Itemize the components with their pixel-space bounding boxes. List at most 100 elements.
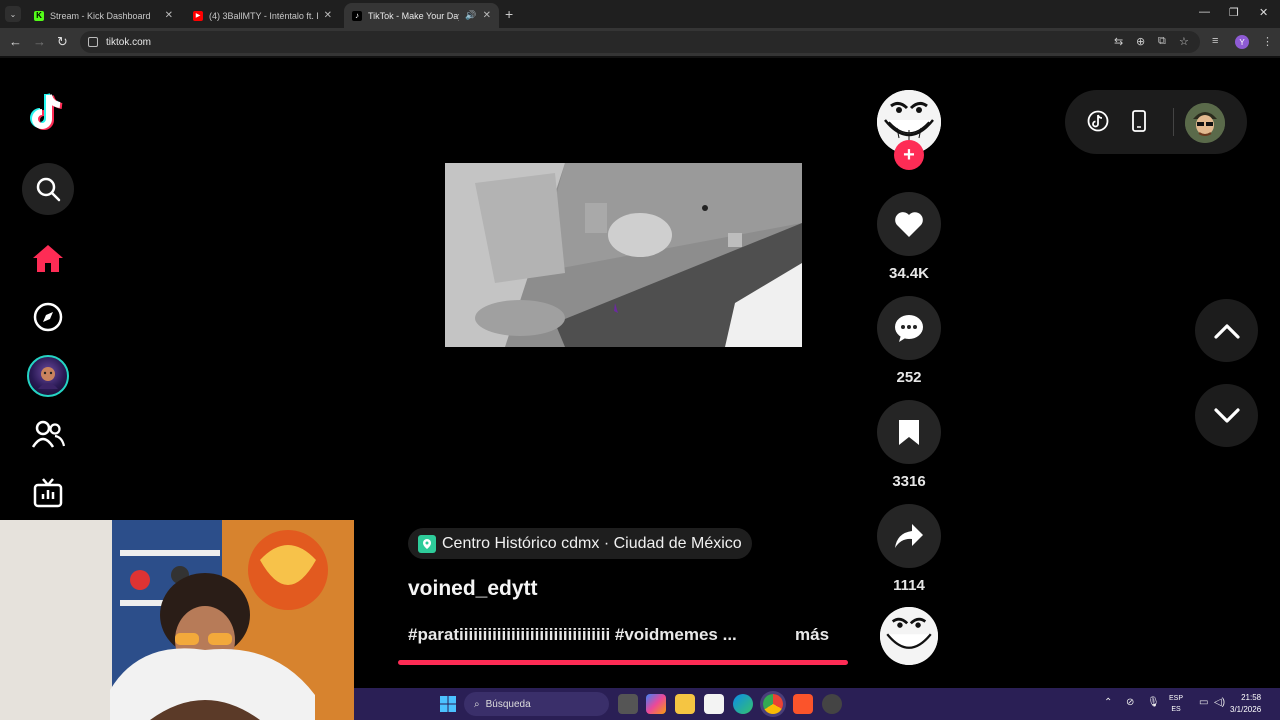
creator-username[interactable]: voined_edytt [408,577,538,601]
save-count: 3316 [892,473,926,490]
live-button[interactable] [22,467,74,519]
divider [1173,108,1174,136]
chevron-up-icon [1213,323,1240,339]
location-label: Centro Histórico cdmx · Ciudad de México [442,534,742,552]
address-bar[interactable]: tiktok.com [80,31,1200,53]
video-caption: #paratiiiiiiiiiiiiiiiiiiiiiiiiiiiiiiii #… [408,625,737,644]
windows-start-icon[interactable] [440,696,456,717]
compass-icon [33,302,63,332]
new-tab-button[interactable]: + [505,6,513,22]
tab-tiktok[interactable]: ♪ TikTok - Make Your Day 🔊 ✕ [344,3,499,28]
divider [0,56,1280,58]
close-tab-icon[interactable]: ✕ [165,10,173,21]
location-tag[interactable]: Centro Histórico cdmx · Ciudad de México [408,528,752,559]
windows-taskbar: ⌕ Búsqueda ⌃ ⊘ 🎙 ESP ES ▭ ◁) 21:58 3/1/2… [354,688,1280,720]
tv-icon [33,478,63,508]
top-right-controls [1065,90,1247,154]
tab-title: (4) 3BallMTY - Inténtalo ft. El Be [209,10,318,21]
tab-search-menu-icon[interactable]: ⌄ [5,6,21,22]
next-video-button[interactable] [1195,384,1258,447]
profile-avatar[interactable]: Y [1235,35,1249,49]
users-icon [31,420,65,448]
menu-dots-icon[interactable]: ⋮ [1262,35,1273,48]
heart-icon [895,212,923,237]
share-arrow-icon [895,524,923,548]
trollface-icon [880,607,938,665]
forward-icon[interactable]: → [33,34,46,49]
streamer-webcam-overlay [0,520,354,720]
comment-icon [895,315,923,342]
close-tab-icon[interactable]: ✕ [483,10,491,21]
edge-icon[interactable] [733,694,753,714]
browser-tab-bar: ⌄ K Stream - Kick Dashboard ✕ ▶ (4) 3Bal… [0,0,1280,28]
tiktok-logo-icon[interactable] [22,86,74,138]
music-disc-avatar[interactable] [880,607,938,665]
tab-title: TikTok - Make Your Day [368,10,460,21]
network-off-icon[interactable]: ⊘ [1126,697,1134,708]
close-tab-icon[interactable]: ✕ [324,10,332,21]
comment-button[interactable] [877,296,941,360]
zoom-icon[interactable]: ⊕ [1136,35,1145,48]
speaker-icon[interactable]: 🔊 [465,10,476,21]
phone-icon[interactable] [1131,110,1147,137]
system-clock[interactable]: 21:58 3/1/2026 [1230,692,1261,716]
site-info-icon[interactable] [88,37,98,47]
previous-video-button[interactable] [1195,299,1258,362]
tray-chevron-up-icon[interactable]: ⌃ [1104,697,1112,708]
live-profile-avatar[interactable] [27,355,69,397]
taskbar-search-placeholder: Búsqueda [485,698,531,710]
explore-button[interactable] [22,291,74,343]
translate-icon[interactable]: ⇆ [1114,35,1123,48]
restore-icon[interactable]: ❐ [1229,6,1239,19]
like-button[interactable] [877,192,941,256]
reading-list-icon[interactable]: ≡ [1212,35,1218,47]
save-button[interactable] [877,400,941,464]
copilot-icon[interactable] [646,694,666,714]
microphone-icon[interactable]: 🎙 [1147,697,1160,708]
brave-icon[interactable] [793,694,813,714]
follow-button[interactable]: + [894,140,924,170]
home-icon [33,245,63,272]
microsoft-store-icon[interactable] [704,694,724,714]
avatar-image-icon [1185,103,1225,143]
video-progress-bar[interactable] [398,660,848,665]
clock-date: 3/1/2026 [1230,705,1262,714]
location-pin-icon [418,534,436,553]
get-coins-icon[interactable] [1087,110,1109,137]
bookmark-icon [899,420,919,445]
video-player[interactable] [445,163,802,347]
tab-youtube[interactable]: ▶ (4) 3BallMTY - Inténtalo ft. El Be ✕ [185,3,340,28]
search-icon [36,177,61,202]
taskbar-search[interactable]: ⌕ Búsqueda [464,692,609,716]
tiktok-favicon-icon: ♪ [352,10,362,21]
display-icon[interactable]: ▭ [1199,697,1208,708]
steam-icon[interactable] [822,694,842,714]
reload-icon[interactable]: ↻ [57,34,68,50]
tab-title: Stream - Kick Dashboard [50,10,151,21]
browser-toolbar: ← → ↻ tiktok.com ⇆ ⊕ ⧉ ☆ ≡ ⋮ [0,28,1280,56]
bookmark-star-icon[interactable]: ☆ [1179,35,1189,48]
share-button[interactable] [877,504,941,568]
user-profile-avatar[interactable] [1185,103,1225,143]
home-button[interactable] [22,232,74,284]
keyboard-layout: ES [1171,706,1181,713]
volume-icon[interactable]: ◁) [1214,697,1225,708]
comment-count: 252 [896,369,922,386]
search-button[interactable] [22,163,74,215]
install-app-icon[interactable]: ⧉ [1158,35,1166,48]
avatar-image-icon [38,367,58,389]
tab-kick-dashboard[interactable]: K Stream - Kick Dashboard ✕ [26,3,181,28]
following-button[interactable] [22,408,74,460]
language-code: ESP [1169,695,1184,702]
like-count: 34.4K [888,265,930,282]
input-language-indicator[interactable]: ESP ES [1169,693,1183,715]
chevron-down-icon [1213,407,1240,423]
youtube-favicon-icon: ▶ [193,10,203,21]
caption-more-link[interactable]: más [795,625,829,645]
file-explorer-icon[interactable] [675,694,695,714]
chrome-icon[interactable] [763,694,783,714]
back-icon[interactable]: ← [9,34,22,49]
task-view-icon[interactable] [618,694,638,714]
close-window-icon[interactable]: ✕ [1259,6,1268,19]
minimize-icon[interactable]: — [1199,6,1210,18]
